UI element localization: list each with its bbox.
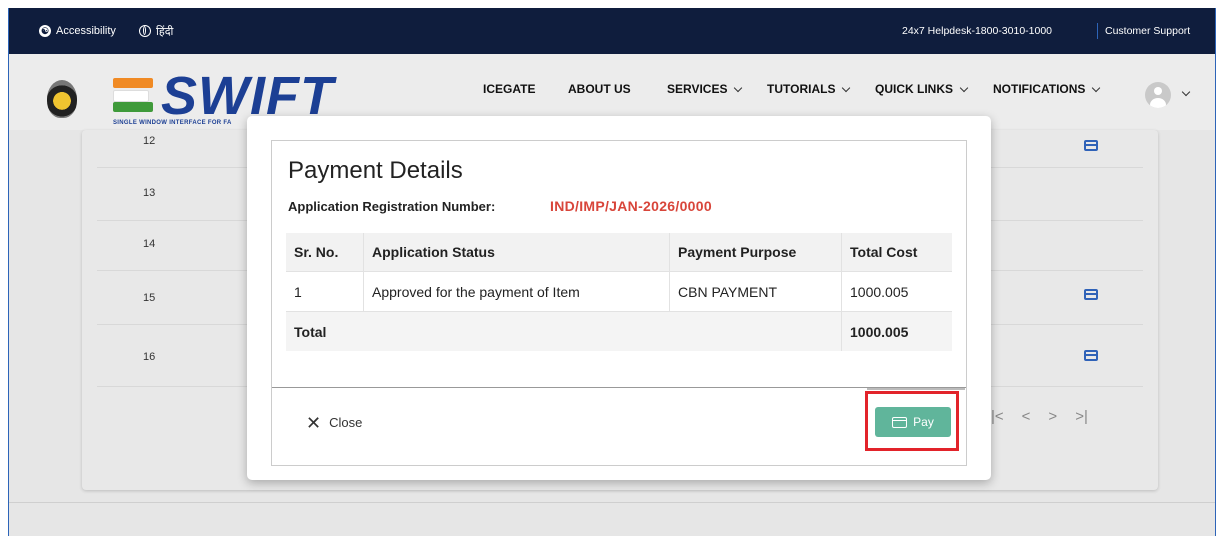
table-header-row: Sr. No. Application Status Payment Purpo…: [286, 233, 952, 272]
nav-notifications[interactable]: NOTIFICATIONS: [993, 82, 1101, 96]
modal-footer-divider: [272, 387, 966, 388]
swift-tagline: SINGLE WINDOW INTERFACE FOR FA: [113, 120, 232, 126]
swift-flag-mark: [113, 74, 159, 116]
nav-tutorials-label: TUTORIALS: [767, 82, 836, 96]
pay-label: Pay: [913, 415, 934, 429]
chevron-down-icon[interactable]: [1181, 87, 1191, 97]
hindi-language-link[interactable]: हिंदी: [139, 8, 173, 54]
chevron-down-icon: [959, 83, 969, 92]
cell-total-cost: 1000.005: [850, 283, 909, 300]
accessibility-label: Accessibility: [56, 25, 116, 37]
globe-icon: [139, 25, 151, 37]
background-lower-card: [9, 502, 1215, 511]
hindi-label: हिंदी: [156, 25, 174, 38]
nav-services[interactable]: SERVICES: [667, 82, 743, 96]
cell-payment-purpose: CBN PAYMENT: [670, 272, 842, 311]
cell-application-status: Approved for the payment of Item: [364, 272, 670, 311]
modal-title: Payment Details: [288, 157, 463, 184]
background-row-number: 16: [143, 351, 156, 363]
previous-page-icon[interactable]: <: [1022, 408, 1031, 425]
payment-card-icon[interactable]: [1084, 140, 1098, 151]
table-total-row: Total 1000.005: [286, 312, 952, 351]
modal-content: Payment Details Application Registration…: [271, 140, 967, 466]
background-row-number: 15: [143, 292, 156, 304]
column-header-sr-no: Sr. No.: [286, 233, 364, 271]
national-emblem-logo: [47, 80, 77, 118]
total-label: Total: [286, 312, 842, 351]
last-page-icon[interactable]: >|: [1075, 408, 1088, 425]
column-header-payment-purpose: Payment Purpose: [670, 233, 842, 271]
nav-services-label: SERVICES: [667, 82, 728, 96]
close-button[interactable]: ✕ Close: [306, 412, 363, 433]
payment-details-modal: Payment Details Application Registration…: [247, 116, 991, 480]
next-page-icon[interactable]: >: [1048, 408, 1057, 425]
nav-quick-links-label: QUICK LINKS: [875, 82, 953, 96]
registration-number-value: IND/IMP/JAN-2026/0000: [550, 198, 712, 214]
background-row-number: 14: [143, 238, 156, 250]
chevron-down-icon: [842, 83, 851, 92]
close-label: Close: [329, 415, 363, 430]
registration-number-label: Application Registration Number:: [288, 199, 496, 214]
accessibility-icon: ☯: [39, 25, 51, 37]
nav-about-us[interactable]: ABOUT US: [568, 82, 631, 96]
pay-button[interactable]: Pay: [875, 407, 951, 437]
page-frame: ☯ Accessibility हिंदी 24x7 Helpdesk-1800…: [8, 8, 1216, 536]
pagination-controls: |< < > >|: [991, 408, 1088, 425]
chevron-down-icon: [734, 83, 743, 92]
top-utility-bar: ☯ Accessibility हिंदी 24x7 Helpdesk-1800…: [9, 8, 1215, 54]
helpdesk-label: 24x7 Helpdesk-1800-3010-1000: [902, 25, 1053, 37]
customer-support-link[interactable]: Customer Support: [1105, 8, 1190, 54]
table-row: 1 Approved for the payment of Item CBN P…: [286, 272, 952, 312]
cell-sr-no: 1: [286, 272, 364, 311]
background-row-number: 13: [143, 187, 156, 199]
column-header-total-cost: Total Cost: [850, 244, 918, 260]
close-icon: ✕: [306, 412, 322, 433]
total-value: 1000.005: [850, 323, 909, 340]
nav-about-us-label: ABOUT US: [568, 82, 631, 96]
nav-tutorials[interactable]: TUTORIALS: [767, 82, 851, 96]
footer-accent-line: [867, 388, 965, 390]
background-row-number: 12: [143, 135, 156, 147]
accessibility-link[interactable]: ☯ Accessibility: [39, 8, 116, 54]
payment-card-icon[interactable]: [1084, 289, 1098, 300]
topbar-divider: [1097, 23, 1098, 39]
helpdesk-number: 24x7 Helpdesk-1800-3010-1000: [902, 8, 1052, 54]
nav-icegate-label: ICEGATE: [483, 82, 536, 96]
credit-card-icon: [892, 416, 908, 428]
first-page-icon[interactable]: |<: [991, 408, 1004, 425]
nav-icegate[interactable]: ICEGATE: [483, 82, 535, 96]
nav-quick-links[interactable]: QUICK LINKS: [875, 82, 969, 96]
nav-notifications-label: NOTIFICATIONS: [993, 82, 1086, 96]
column-header-application-status: Application Status: [364, 233, 670, 271]
user-avatar[interactable]: [1145, 82, 1171, 108]
customer-support-label: Customer Support: [1105, 25, 1191, 37]
payment-table: Sr. No. Application Status Payment Purpo…: [286, 233, 952, 351]
payment-card-icon[interactable]: [1084, 350, 1098, 361]
chevron-down-icon: [1092, 83, 1101, 92]
